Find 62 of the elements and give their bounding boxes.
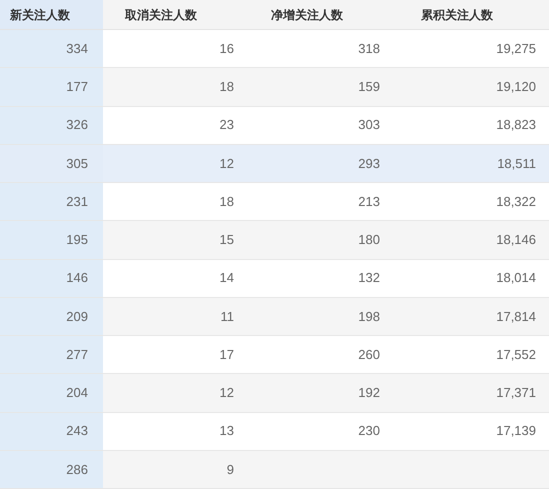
table-cell-text: 17,139 xyxy=(496,422,536,440)
table-cell-text: 14 xyxy=(220,269,234,288)
table-row[interactable]: 286 9 xyxy=(0,450,549,489)
table-cell-text: 12 xyxy=(220,384,234,402)
table-cell-text: 19,275 xyxy=(496,40,536,58)
table-cell-text: 305 xyxy=(66,154,88,173)
table-cell-text: 18,823 xyxy=(496,116,536,134)
table-cell-text: 18,511 xyxy=(497,154,536,173)
table-row[interactable]: 326 23 303 18,823 xyxy=(0,106,549,145)
table-row[interactable]: 209 11 198 17,814 xyxy=(0,298,549,336)
table-cell-text: 204 xyxy=(66,384,88,402)
table-cell-text: 293 xyxy=(358,154,380,173)
table-row[interactable]: 177 18 159 19,120 xyxy=(0,68,549,106)
table-cell-text: 159 xyxy=(358,78,380,96)
table-cell-text: 18 xyxy=(220,78,234,96)
table-row[interactable]: 146 14 132 18,014 xyxy=(0,260,549,298)
table-cell-text: 318 xyxy=(358,40,380,58)
table-cell-text: 198 xyxy=(358,308,380,326)
table-cell-text: 23 xyxy=(220,116,234,134)
table-cell-text: 17 xyxy=(220,346,234,364)
table-cell-text: 231 xyxy=(66,192,88,211)
table-cell-text: 334 xyxy=(66,40,88,58)
table-row[interactable]: 305 12 293 18,511 xyxy=(0,144,549,183)
table-row[interactable]: 204 12 192 17,371 xyxy=(0,374,549,412)
table-cell-text: 177 xyxy=(66,78,88,96)
table-row[interactable]: 195 15 180 18,146 xyxy=(0,221,549,260)
table-row[interactable]: 334 16 318 19,275 xyxy=(0,30,549,68)
table-cell-text: 18 xyxy=(220,192,234,211)
column-header: 新关注人数 xyxy=(0,0,103,29)
table-cell-text: 19,120 xyxy=(496,78,536,96)
table-cell-text: 230 xyxy=(358,422,380,440)
table-cell-text: 12 xyxy=(220,154,234,173)
table-cell-text: 303 xyxy=(358,116,380,134)
table-cell-text: 17,814 xyxy=(496,308,536,326)
table-cell-text: 18,322 xyxy=(496,192,536,211)
table-cell-text: 17,371 xyxy=(496,384,536,402)
table-cell-text: 18,146 xyxy=(496,231,536,250)
table-cell-text: 326 xyxy=(66,116,88,134)
table-cell-text: 260 xyxy=(358,346,380,364)
table-cell-text: 17,552 xyxy=(496,346,536,364)
column-header: 取消关注人数 xyxy=(103,0,249,29)
table-cell-text: 13 xyxy=(220,422,234,440)
column-header: 净增关注人数 xyxy=(249,0,395,29)
table-cell-text: 11 xyxy=(220,308,234,326)
table-cell-text: 286 xyxy=(66,460,88,479)
table-cell-text: 146 xyxy=(66,269,88,288)
table-cell-text: 277 xyxy=(66,346,88,364)
table-row[interactable]: 277 17 260 17,552 xyxy=(0,336,549,374)
table-row[interactable]: 231 18 213 18,322 xyxy=(0,183,549,222)
table-cell-text: 16 xyxy=(220,40,234,58)
table-cell-text: 243 xyxy=(66,422,88,440)
table-cell-text: 18,014 xyxy=(496,269,536,288)
table-cell-text: 132 xyxy=(358,269,380,288)
table-cell-text: 180 xyxy=(358,231,380,250)
table-cell-text: 15 xyxy=(220,231,234,250)
table-cell-text: 9 xyxy=(226,460,234,479)
table-cell-text: 195 xyxy=(66,231,88,250)
table-cell-text: 213 xyxy=(358,192,380,211)
table-cell-text: 192 xyxy=(358,384,380,402)
table-cell-text: 209 xyxy=(66,308,88,326)
column-header: 累积关注人数 xyxy=(395,0,549,29)
table-row[interactable]: 243 13 230 17,139 xyxy=(0,412,549,451)
